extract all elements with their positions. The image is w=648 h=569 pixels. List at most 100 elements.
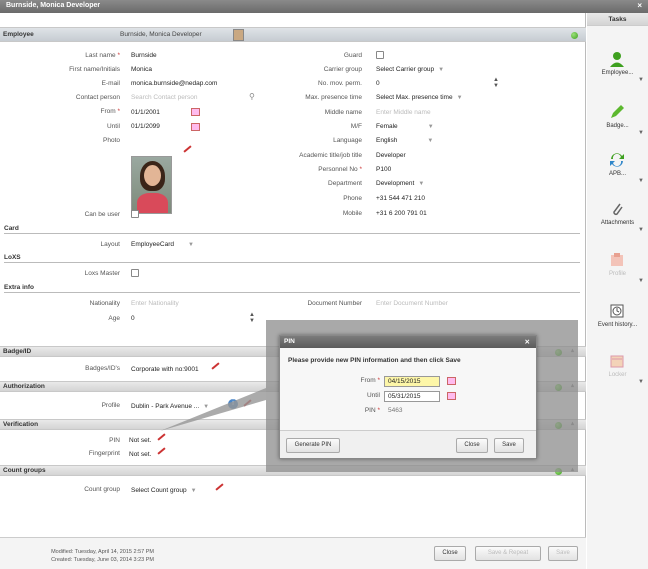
age-field[interactable]: 0 [131,315,135,322]
task-event-history[interactable]: Event history... [587,299,648,339]
age-label: Age [108,315,120,322]
guard-checkbox[interactable] [376,51,384,59]
language-select[interactable]: English ▼ [376,137,433,144]
fingerprint-value: Not set. [129,451,152,458]
employee-section-bar[interactable]: Employee Burnside, Monica Developer [0,27,586,42]
department-select[interactable]: Development ▼ [376,180,424,187]
middle-name-input[interactable]: Enter Middle name [376,109,431,116]
calendar-icon[interactable] [191,108,200,116]
close-icon[interactable]: ✕ [525,338,530,346]
layout-select[interactable]: EmployeeCard ▼ [131,241,194,248]
edit-pencil-icon[interactable] [157,447,166,455]
first-name-label: First name/Initials [69,66,120,73]
can-be-user-label: Can be user [84,211,120,218]
edit-pencil-icon[interactable] [157,433,166,441]
info-icon[interactable]: i [228,399,238,409]
task-profile[interactable]: Profile ▼ [587,248,648,288]
section-title: Authorization [3,383,45,390]
count-group-label: Count group [84,486,120,493]
pin-dialog-title: PIN [284,338,295,345]
count-group-select[interactable]: Select Count group ▼ [131,487,197,494]
pin-close-button[interactable]: Close [456,438,488,453]
paperclip-icon [613,203,623,216]
task-badge[interactable]: Badge... ▼ [587,100,648,140]
save-repeat-button[interactable]: Save & Repeat [475,546,541,561]
pin-label: PIN * [364,407,380,414]
contact-person-input[interactable]: Search Contact person [131,94,197,101]
pin-until-label: Until [366,392,380,399]
first-name-field[interactable]: Monica [131,66,152,73]
document-number-input[interactable]: Enter Document Number [376,300,448,307]
email-field[interactable]: monica.burnside@nedap.com [131,80,217,87]
chevron-down-icon[interactable]: ▼ [638,77,644,83]
pin-until-input[interactable]: 05/31/2015 [384,391,440,402]
stepper-icon[interactable]: ▲ ▼ [249,312,255,324]
chevron-down-icon[interactable]: ▼ [638,379,644,385]
fingerprint-label: Fingerprint [88,450,120,457]
profile-icon [611,253,623,266]
task-attachments[interactable]: Attachments ▼ [587,197,648,237]
task-apb[interactable]: APB... ▼ [587,148,648,188]
section-title: Employee [3,31,34,38]
job-title-field[interactable]: Developer [376,152,406,159]
event-history-icon [610,304,624,318]
task-label: Attachments [600,220,635,226]
pin-dialog: PIN ✕ Please provide new PIN information… [279,335,537,459]
nationality-input[interactable]: Enter Nationality [131,300,179,307]
close-icon[interactable]: × [637,1,642,10]
badges-value[interactable]: Corporate with no:9001 [131,366,199,373]
personnel-no-field[interactable]: P100 [376,166,391,173]
loxs-master-checkbox[interactable] [131,269,139,277]
generate-pin-button[interactable]: Generate PIN [286,438,340,453]
close-button[interactable]: Close [434,546,466,561]
pin-instruction: Please provide new PIN information and t… [288,357,461,364]
edit-pencil-icon[interactable] [243,399,252,407]
no-mov-perm-field[interactable]: 0 [376,80,380,87]
calendar-icon[interactable] [447,377,456,385]
can-be-user-checkbox[interactable] [131,210,139,218]
from-date-field[interactable]: 01/1/2001 [131,109,160,116]
task-label: Profile [608,271,626,277]
task-employee[interactable]: Employee... ▼ [587,47,648,87]
guard-label: Guard [343,52,362,59]
calendar-icon[interactable] [447,392,456,400]
save-button[interactable]: Save [548,546,578,561]
pin-dialog-buttons: Generate PIN Close Save [280,430,536,458]
chevron-down-icon[interactable]: ▼ [638,178,644,184]
phone-field[interactable]: +31 544 471 210 [376,195,425,202]
email-label: E-mail [101,80,120,87]
mobile-field[interactable]: +31 6 200 791 01 [376,210,427,217]
until-date-field[interactable]: 01/1/2099 [131,123,160,130]
task-locker[interactable]: Locker ▼ [587,349,648,389]
from-label: From * [100,108,120,115]
max-presence-select[interactable]: Select Max. presence time ▼ [376,94,463,101]
carrier-group-label: Carrier group [323,66,362,73]
pin-save-button[interactable]: Save [494,438,524,453]
language-label: Language [333,137,362,144]
modified-text: Modified: Tuesday, April 14, 2015 2:57 P… [51,549,154,555]
divider [4,233,580,234]
search-icon[interactable]: ⚲ [249,92,255,101]
pin-value: 5463 [388,407,403,414]
edit-pencil-icon[interactable] [211,362,220,370]
chevron-down-icon[interactable]: ▼ [638,278,644,284]
edit-pencil-icon[interactable] [215,483,224,491]
contact-person-label: Contact person [75,94,120,101]
last-name-field[interactable]: Burnside [131,52,157,59]
profile-select[interactable]: Dublin - Park Avenue ... ▼ [131,403,209,410]
carrier-group-select[interactable]: Select Carrier group ▼ [376,66,444,73]
stepper-icon[interactable]: ▲ ▼ [493,77,499,89]
gender-select[interactable]: Female ▼ [376,123,434,130]
calendar-icon[interactable] [191,123,200,131]
task-label: APB... [608,171,626,177]
mobile-label: Mobile [342,210,362,217]
extra-info-heading: Extra info [4,284,34,291]
chevron-down-icon[interactable]: ▼ [638,227,644,233]
pin-label: PIN [109,437,120,444]
tasks-title: Tasks [587,13,648,26]
tasks-panel: Tasks Employee... ▼ Badge... ▼ APB... ▼ … [587,13,648,569]
window-title: Burnside, Monica Developer [6,2,101,9]
pin-from-input[interactable]: 04/15/2015 [384,376,440,387]
edit-pencil-icon[interactable] [183,145,192,153]
chevron-down-icon[interactable]: ▼ [638,130,644,136]
